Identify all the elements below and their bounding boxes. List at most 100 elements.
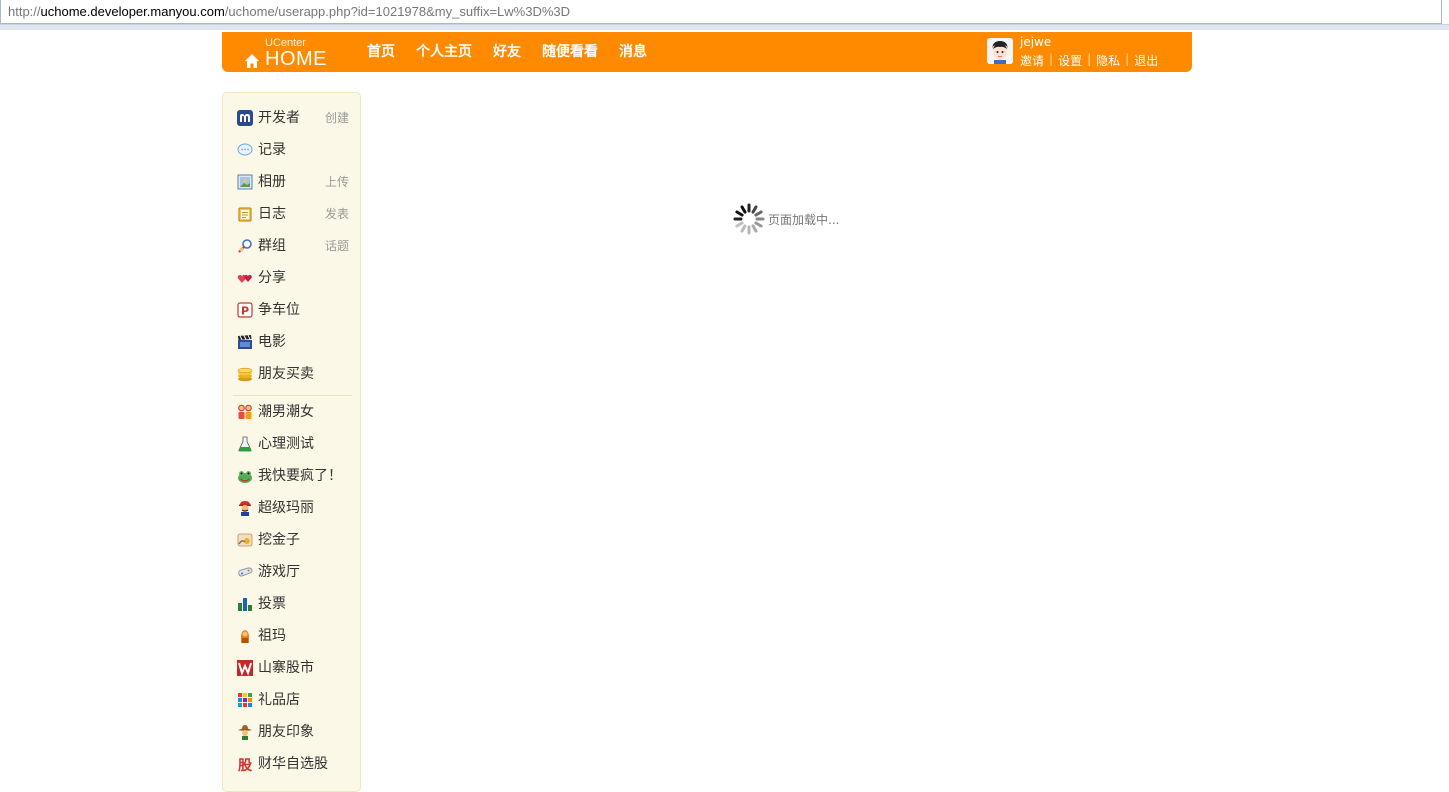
uchome-logo[interactable]: UCenter HOME xyxy=(244,35,334,70)
sidebar-item-label: 挖金子 xyxy=(258,532,300,548)
user-links: 邀请 | 设置 | 隐私 | 退出 xyxy=(1020,52,1158,69)
sidebar-divider xyxy=(233,395,352,396)
create-action-link[interactable]: 创建 xyxy=(325,107,349,129)
sidebar-item-label: 我快要疯了！ xyxy=(258,468,342,484)
manyou-icon xyxy=(237,110,253,126)
sidebar-item-groups[interactable]: 群组 话题 xyxy=(237,235,349,257)
sidebar-item-going-crazy[interactable]: 我快要疯了！ xyxy=(237,465,349,487)
sidebar-item-label: 礼品店 xyxy=(258,692,300,708)
group-icon xyxy=(238,239,252,253)
sidebar-item-records[interactable]: 记录 xyxy=(237,139,349,161)
sidebar-item-copycat-stocks[interactable]: 山寨股市 xyxy=(237,657,349,679)
nav-friends[interactable]: 好友 xyxy=(493,32,521,72)
photo-album-icon xyxy=(237,174,253,190)
coins-icon xyxy=(237,367,253,382)
sidebar-item-label: 财华自选股 xyxy=(258,756,328,772)
logo-big-text: HOME xyxy=(265,48,327,70)
flask-icon xyxy=(238,436,252,452)
sidebar-item-label: 潮男潮女 xyxy=(258,404,314,420)
svg-text:股: 股 xyxy=(238,758,253,772)
sidebar-item-label: 分享 xyxy=(258,270,286,286)
main-nav: 首页 个人主页 好友 随便看看 消息 xyxy=(367,32,668,72)
username[interactable]: jejwe xyxy=(1020,35,1051,49)
couple-icon xyxy=(238,404,252,419)
sidebar-item-developer[interactable]: 开发者 创建 xyxy=(237,107,349,129)
sidebar-item-label: 朋友印象 xyxy=(258,724,314,740)
sidebar-item-label: 电影 xyxy=(258,334,286,350)
address-bar[interactable]: http://uchome.developer.manyou.com/uchom… xyxy=(0,0,1449,25)
link-separator: | xyxy=(1049,52,1054,66)
nav-browse[interactable]: 随便看看 xyxy=(542,32,598,72)
sidebar-item-movie[interactable]: 电影 xyxy=(237,331,349,353)
sidebar-item-label: 心理测试 xyxy=(258,436,314,452)
app-sidebar: 开发者 创建 记录 相册 上传 日志 发表 群组 话题 分享 P 争车位 电影 … xyxy=(222,92,361,792)
avatar[interactable] xyxy=(987,38,1013,64)
sidebar-item-label: 相册 xyxy=(258,174,286,190)
sidebar-item-arcade[interactable]: 游戏厅 xyxy=(237,561,349,583)
sidebar-item-label: 朋友买卖 xyxy=(258,366,314,382)
bar-chart-icon xyxy=(238,598,252,611)
clapperboard-icon xyxy=(238,334,252,349)
loading-indicator: 页面加载中... xyxy=(733,203,873,235)
sidebar-item-label: 争车位 xyxy=(258,302,300,318)
logout-link[interactable]: 退出 xyxy=(1134,52,1158,69)
gold-digger-icon xyxy=(237,533,253,547)
link-separator: | xyxy=(1087,52,1092,66)
sidebar-item-gold-digger[interactable]: 挖金子 xyxy=(237,529,349,551)
svg-text:P: P xyxy=(241,305,249,318)
settings-link[interactable]: 设置 xyxy=(1058,52,1082,69)
sidebar-item-vote[interactable]: 投票 xyxy=(237,593,349,615)
sidebar-item-label: 开发者 xyxy=(258,110,300,126)
sidebar-item-blog[interactable]: 日志 发表 xyxy=(237,203,349,225)
nav-profile[interactable]: 个人主页 xyxy=(416,32,472,72)
topic-action-link[interactable]: 话题 xyxy=(325,235,349,257)
user-avatar-icon xyxy=(987,38,1013,64)
sidebar-item-label: 超级玛丽 xyxy=(258,500,314,516)
url-path: /uchome/userapp.php?id=1021978&my_suffix… xyxy=(224,4,571,19)
link-separator: | xyxy=(1125,52,1130,66)
privacy-link[interactable]: 隐私 xyxy=(1096,52,1120,69)
hearts-icon xyxy=(237,274,252,283)
sidebar-item-caihua-stocks[interactable]: 股 财华自选股 xyxy=(237,753,349,775)
sidebar-item-label: 游戏厅 xyxy=(258,564,300,580)
zuma-icon xyxy=(241,630,249,643)
frog-icon xyxy=(238,471,252,483)
stock-w-icon xyxy=(237,660,253,676)
sidebar-item-label: 记录 xyxy=(258,142,286,158)
sidebar-item-label: 群组 xyxy=(258,238,286,254)
house-icon xyxy=(245,54,259,68)
upload-action-link[interactable]: 上传 xyxy=(325,171,349,193)
sidebar-item-parking[interactable]: P 争车位 xyxy=(237,299,349,321)
invite-link[interactable]: 邀请 xyxy=(1020,52,1044,69)
mario-icon xyxy=(239,501,251,516)
gift-grid-icon xyxy=(238,693,252,707)
sidebar-item-psych-test[interactable]: 心理测试 xyxy=(237,433,349,455)
toolbar-strip xyxy=(0,25,1449,30)
loading-text: 页面加载中... xyxy=(768,213,840,227)
url-host: uchome.developer.manyou.com xyxy=(40,4,225,19)
sidebar-item-zuma[interactable]: 祖玛 xyxy=(237,625,349,647)
post-action-link[interactable]: 发表 xyxy=(325,203,349,225)
sidebar-item-super-mario[interactable]: 超级玛丽 xyxy=(237,497,349,519)
gamepad-icon xyxy=(238,567,253,577)
sidebar-item-label: 祖玛 xyxy=(258,628,286,644)
sidebar-item-friend-impression[interactable]: 朋友印象 xyxy=(237,721,349,743)
parking-icon: P xyxy=(237,302,253,318)
sidebar-item-album[interactable]: 相册 上传 xyxy=(237,171,349,193)
speech-bubble-icon xyxy=(237,143,253,156)
sidebar-item-friend-trade[interactable]: 朋友买卖 xyxy=(237,363,349,385)
url-field[interactable]: http://uchome.developer.manyou.com/uchom… xyxy=(0,0,1442,24)
nav-home[interactable]: 首页 xyxy=(367,32,395,72)
sidebar-item-label: 日志 xyxy=(258,206,286,222)
sidebar-item-share[interactable]: 分享 xyxy=(237,267,349,289)
url-scheme: http:// xyxy=(8,4,41,19)
site-header: UCenter HOME 首页 个人主页 好友 随便看看 消息 jejwe 邀请… xyxy=(222,32,1192,72)
sidebar-item-label: 投票 xyxy=(258,596,286,612)
sidebar-item-trendy[interactable]: 潮男潮女 xyxy=(237,401,349,423)
stock-gu-icon: 股 xyxy=(238,758,253,772)
cowboy-icon xyxy=(238,725,252,740)
sidebar-item-gift-shop[interactable]: 礼品店 xyxy=(237,689,349,711)
notepad-icon xyxy=(238,207,252,222)
nav-messages[interactable]: 消息 xyxy=(619,32,647,72)
sidebar-item-label: 山寨股市 xyxy=(258,660,314,676)
